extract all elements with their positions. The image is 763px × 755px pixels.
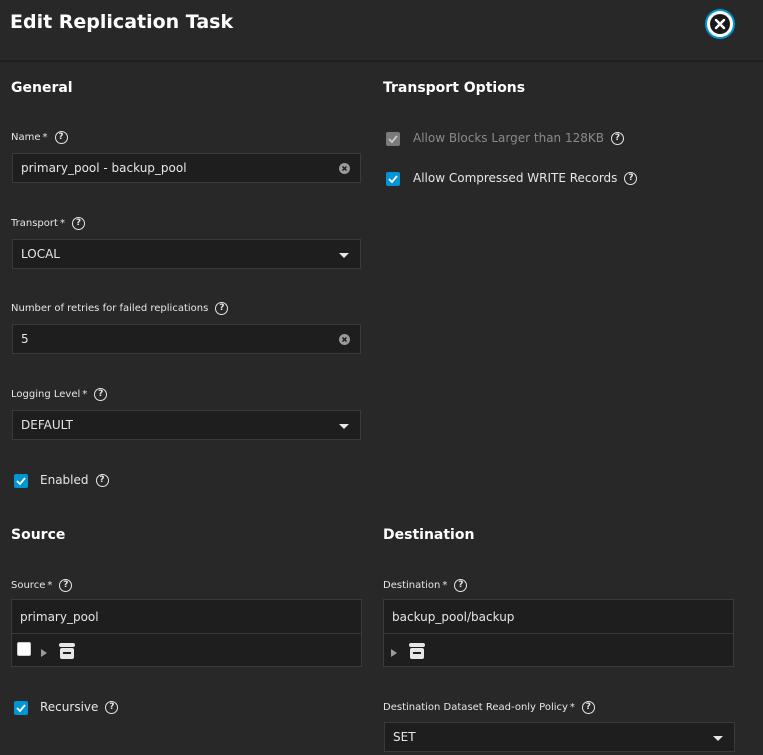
large-blocks-checkbox[interactable] xyxy=(386,132,400,146)
section-destination-title: Destination xyxy=(383,527,475,543)
name-label: Name * ? xyxy=(11,131,68,144)
page-title: Edit Replication Task xyxy=(10,11,234,33)
help-icon[interactable]: ? xyxy=(581,701,595,714)
source-node-checkbox[interactable] xyxy=(17,642,31,656)
help-icon[interactable]: ? xyxy=(215,302,229,315)
check-icon xyxy=(388,175,398,184)
dataset-icon xyxy=(59,643,75,659)
check-icon xyxy=(388,135,398,144)
header-divider xyxy=(0,60,763,62)
compressed-write-label: Allow Compressed WRITE Records ? xyxy=(413,171,638,185)
large-blocks-label: Allow Blocks Larger than 128KB ? xyxy=(413,131,624,145)
section-transport-options-title: Transport Options xyxy=(383,80,526,96)
source-explorer[interactable]: primary_pool xyxy=(11,599,362,667)
readonly-policy-select[interactable]: SET xyxy=(384,722,735,752)
help-icon[interactable]: ? xyxy=(454,579,468,592)
destination-tree xyxy=(384,634,733,668)
check-icon xyxy=(16,477,26,486)
destination-explorer[interactable]: backup_pool/backup xyxy=(383,599,734,667)
chevron-down-icon xyxy=(339,253,349,258)
clear-icon[interactable] xyxy=(339,163,350,174)
readonly-policy-label: Destination Dataset Read-only Policy * ? xyxy=(383,701,595,714)
transport-label: Transport * ? xyxy=(11,217,85,230)
help-icon[interactable]: ? xyxy=(624,171,638,185)
dataset-icon xyxy=(409,643,425,659)
dialog-header: Edit Replication Task xyxy=(0,0,763,60)
enabled-checkbox[interactable] xyxy=(14,474,28,488)
check-icon xyxy=(16,704,26,713)
logging-label: Logging Level * ? xyxy=(11,388,108,401)
recursive-label: Recursive ? xyxy=(40,700,119,714)
help-icon[interactable]: ? xyxy=(54,131,68,144)
expand-arrow-icon[interactable] xyxy=(41,649,47,657)
destination-label: Destination * ? xyxy=(383,579,468,592)
help-icon[interactable]: ? xyxy=(105,700,119,714)
expand-arrow-icon[interactable] xyxy=(391,649,397,657)
retries-input[interactable]: 5 xyxy=(12,324,361,354)
retries-label: Number of retries for failed replication… xyxy=(11,302,229,315)
close-icon xyxy=(710,14,730,34)
destination-path-input[interactable]: backup_pool/backup xyxy=(384,600,733,634)
help-icon[interactable]: ? xyxy=(59,579,73,592)
chevron-down-icon xyxy=(339,424,349,429)
logging-level-select[interactable]: DEFAULT xyxy=(12,410,361,440)
chevron-down-icon xyxy=(713,736,723,741)
help-icon[interactable]: ? xyxy=(94,388,108,401)
section-source-title: Source xyxy=(11,527,66,543)
help-icon[interactable]: ? xyxy=(610,131,624,145)
compressed-write-checkbox[interactable] xyxy=(386,172,400,186)
recursive-checkbox[interactable] xyxy=(14,701,28,715)
help-icon[interactable]: ? xyxy=(95,473,109,487)
transport-select[interactable]: LOCAL xyxy=(12,239,361,269)
enabled-label: Enabled ? xyxy=(40,473,109,487)
source-tree xyxy=(12,634,361,668)
source-path-input[interactable]: primary_pool xyxy=(12,600,361,634)
help-icon[interactable]: ? xyxy=(71,217,85,230)
source-label: Source * ? xyxy=(11,579,73,592)
name-input[interactable]: primary_pool - backup_pool xyxy=(12,153,361,183)
section-general-title: General xyxy=(11,80,73,96)
close-button[interactable] xyxy=(705,9,735,39)
clear-icon[interactable] xyxy=(339,334,350,345)
